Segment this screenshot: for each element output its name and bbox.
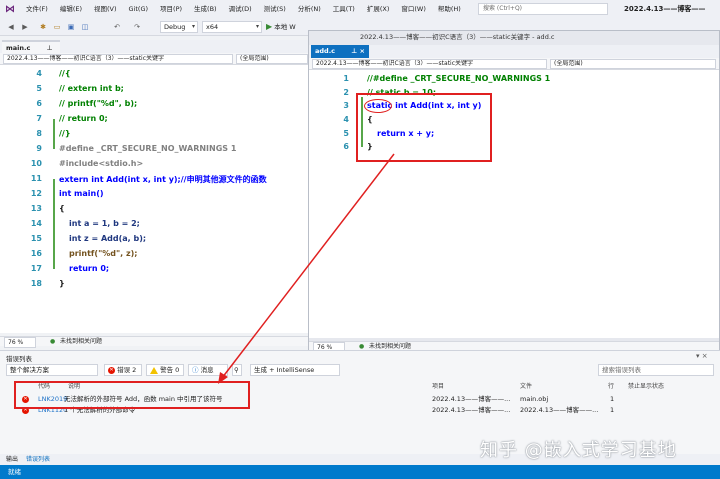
status-text: 就绪 [8,468,21,476]
vs-ide-window: ⋈ 文件(F) 编辑(E) 视图(V) Git(G) 项目(P) 生成(B) 调… [0,0,720,479]
tab-output[interactable]: 输出 [6,454,18,465]
ide-status-bar: 就绪 [0,465,720,479]
annotation-arrow [218,153,395,384]
watermark: 知乎 @嵌入式学习基地 [480,440,677,461]
